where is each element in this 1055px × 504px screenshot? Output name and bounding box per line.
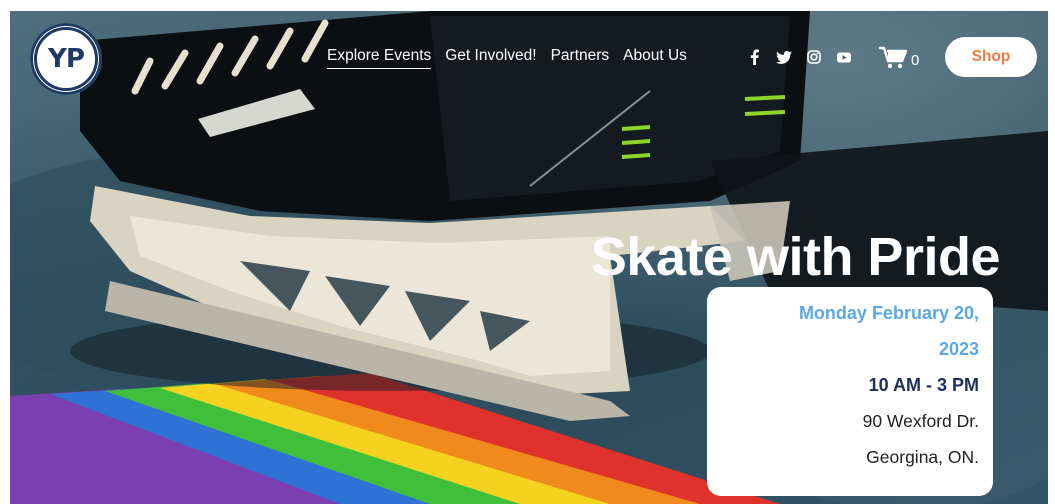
nav-get-involved[interactable]: Get Involved! [445,47,536,69]
cart-button[interactable]: 0 [878,46,919,74]
youtube-icon[interactable] [836,49,852,65]
nav-explore-events[interactable]: Explore Events [327,47,432,69]
instagram-icon[interactable] [806,49,822,65]
event-date-line1: Monday February 20, [798,303,979,323]
event-address-line2: Georgina, ON. [866,447,979,467]
yp-logo[interactable]: YP [30,23,102,95]
rainbow-stripes [10,373,780,504]
social-links [746,49,852,65]
main-nav: Explore Events Get Involved! Partners Ab… [327,47,687,69]
event-date-line2: 2023 [938,339,979,359]
shop-button[interactable]: Shop [945,37,1037,77]
nav-partners[interactable]: Partners [551,47,610,69]
facebook-icon[interactable] [746,49,762,65]
logo-text: YP [48,44,85,74]
nav-about-us[interactable]: About Us [623,47,687,69]
event-details-card: Monday February 20, 2023 10 AM - 3 PM 90… [707,287,993,496]
cart-icon [878,46,908,74]
hero-title: Skate with Pride [590,227,1001,287]
event-address-line1: 90 Wexford Dr. [862,411,979,431]
twitter-icon[interactable] [776,49,792,65]
page: YP Explore Events Get Involved! Partners… [0,0,1055,504]
event-time: 10 AM - 3 PM [868,375,979,395]
cart-count: 0 [911,51,920,69]
